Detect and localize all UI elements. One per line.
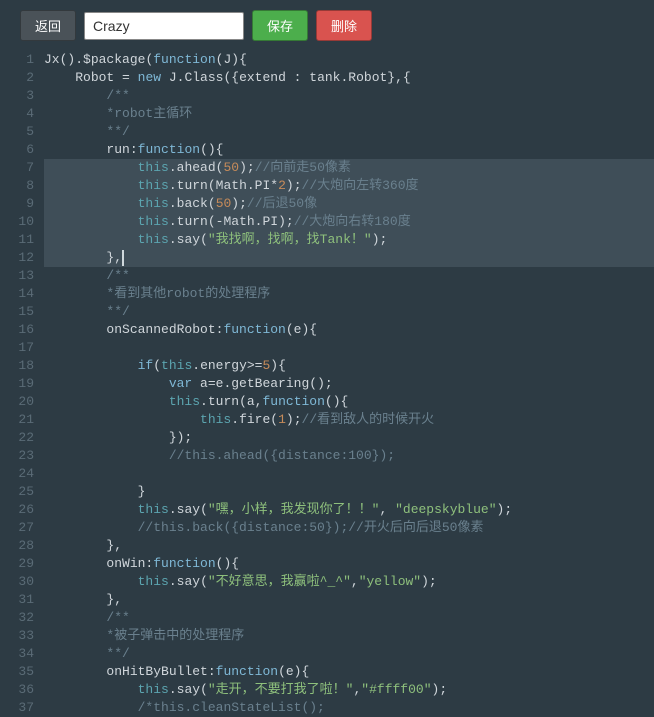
line-number: 34 xyxy=(0,645,34,663)
code-line[interactable]: run:function(){ xyxy=(44,141,654,159)
line-number: 11 xyxy=(0,231,34,249)
code-line[interactable]: onWin:function(){ xyxy=(44,555,654,573)
line-number: 14 xyxy=(0,285,34,303)
line-number: 20 xyxy=(0,393,34,411)
line-number: 37 xyxy=(0,699,34,717)
code-line[interactable]: Jx().$package(function(J){ xyxy=(44,51,654,69)
save-button[interactable]: 保存 xyxy=(252,10,308,41)
code-line[interactable]: this.fire(1);//看到敌人的时候开火 xyxy=(44,411,654,429)
code-line[interactable]: this.turn(-Math.PI);//大炮向右转180度 xyxy=(44,213,654,231)
code-line[interactable]: this.turn(a,function(){ xyxy=(44,393,654,411)
line-number: 36 xyxy=(0,681,34,699)
code-editor[interactable]: 1234567891011121314151617181920212223242… xyxy=(0,51,654,717)
code-line[interactable]: this.say("走开，不要打我了啦！","#ffff00"); xyxy=(44,681,654,699)
line-number: 31 xyxy=(0,591,34,609)
line-number: 19 xyxy=(0,375,34,393)
back-button[interactable]: 返回 xyxy=(20,10,76,41)
line-number: 30 xyxy=(0,573,34,591)
line-number: 17 xyxy=(0,339,34,357)
code-line[interactable]: onHitByBullet:function(e){ xyxy=(44,663,654,681)
line-number: 12 xyxy=(0,249,34,267)
code-line[interactable] xyxy=(44,339,654,357)
line-number: 35 xyxy=(0,663,34,681)
text-cursor xyxy=(122,250,124,266)
line-number: 5 xyxy=(0,123,34,141)
line-number: 25 xyxy=(0,483,34,501)
code-line[interactable]: this.say("嘿，小样，我发现你了！！", "deepskyblue"); xyxy=(44,501,654,519)
code-line[interactable]: this.turn(Math.PI*2);//大炮向左转360度 xyxy=(44,177,654,195)
code-line[interactable]: onScannedRobot:function(e){ xyxy=(44,321,654,339)
line-number: 10 xyxy=(0,213,34,231)
line-gutter: 1234567891011121314151617181920212223242… xyxy=(0,51,44,717)
code-line[interactable]: *robot主循环 xyxy=(44,105,654,123)
code-line[interactable]: }, xyxy=(44,591,654,609)
code-line[interactable]: }, xyxy=(44,537,654,555)
code-line[interactable]: *看到其他robot的处理程序 xyxy=(44,285,654,303)
line-number: 28 xyxy=(0,537,34,555)
line-number: 27 xyxy=(0,519,34,537)
line-number: 1 xyxy=(0,51,34,69)
line-number: 9 xyxy=(0,195,34,213)
toolbar: 返回 保存 删除 xyxy=(0,0,654,51)
line-number: 2 xyxy=(0,69,34,87)
code-line[interactable]: if(this.energy>=5){ xyxy=(44,357,654,375)
code-line[interactable]: this.ahead(50);//向前走50像素 xyxy=(44,159,654,177)
line-number: 13 xyxy=(0,267,34,285)
code-line[interactable]: /** xyxy=(44,609,654,627)
line-number: 4 xyxy=(0,105,34,123)
code-line[interactable]: this.say("不好意思，我赢啦^_^","yellow"); xyxy=(44,573,654,591)
line-number: 3 xyxy=(0,87,34,105)
line-number: 15 xyxy=(0,303,34,321)
code-line[interactable]: **/ xyxy=(44,123,654,141)
code-line[interactable]: }); xyxy=(44,429,654,447)
code-line[interactable]: /*this.cleanStateList(); xyxy=(44,699,654,717)
line-number: 16 xyxy=(0,321,34,339)
line-number: 18 xyxy=(0,357,34,375)
code-line[interactable]: **/ xyxy=(44,303,654,321)
line-number: 6 xyxy=(0,141,34,159)
code-line[interactable]: *被子弹击中的处理程序 xyxy=(44,627,654,645)
line-number: 26 xyxy=(0,501,34,519)
code-line[interactable] xyxy=(44,465,654,483)
code-line[interactable]: } xyxy=(44,483,654,501)
code-area[interactable]: Jx().$package(function(J){ Robot = new J… xyxy=(44,51,654,717)
code-line[interactable]: **/ xyxy=(44,645,654,663)
line-number: 33 xyxy=(0,627,34,645)
code-line[interactable]: }, xyxy=(44,249,654,267)
line-number: 32 xyxy=(0,609,34,627)
robot-name-input[interactable] xyxy=(84,12,244,40)
code-line[interactable]: var a=e.getBearing(); xyxy=(44,375,654,393)
line-number: 24 xyxy=(0,465,34,483)
code-line[interactable]: Robot = new J.Class({extend : tank.Robot… xyxy=(44,69,654,87)
code-line[interactable]: /** xyxy=(44,267,654,285)
line-number: 23 xyxy=(0,447,34,465)
code-line[interactable]: this.say("我找啊，找啊，找Tank！"); xyxy=(44,231,654,249)
delete-button[interactable]: 删除 xyxy=(316,10,372,41)
code-line[interactable]: //this.back({distance:50});//开火后向后退50像素 xyxy=(44,519,654,537)
line-number: 7 xyxy=(0,159,34,177)
line-number: 22 xyxy=(0,429,34,447)
line-number: 29 xyxy=(0,555,34,573)
line-number: 8 xyxy=(0,177,34,195)
code-line[interactable]: this.back(50);//后退50像 xyxy=(44,195,654,213)
code-line[interactable]: /** xyxy=(44,87,654,105)
code-line[interactable]: //this.ahead({distance:100}); xyxy=(44,447,654,465)
line-number: 21 xyxy=(0,411,34,429)
